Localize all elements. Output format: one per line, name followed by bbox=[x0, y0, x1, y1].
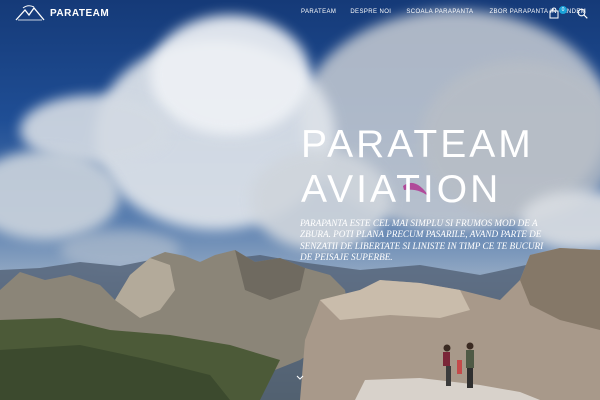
hero-subtitle: PARAPANTA ESTE CEL MAI SIMPLU SI FRUMOS … bbox=[300, 218, 544, 263]
paraglider-mountain-logo-icon bbox=[15, 5, 45, 21]
chevron-down-icon[interactable] bbox=[295, 373, 305, 383]
nav-item-zbor-tandem[interactable]: ZBOR PARAPANTA IN TANDEM bbox=[489, 9, 586, 15]
nav-item-scoala-parapanta[interactable]: SCOALA PARAPANTA bbox=[406, 9, 473, 15]
nav-item-parateam[interactable]: PARATEAM bbox=[301, 9, 336, 15]
hero-title-line-1: PARATEAM bbox=[301, 123, 534, 166]
search-icon[interactable] bbox=[577, 8, 588, 19]
hero-title: PARATEAM AVIATION bbox=[301, 122, 591, 212]
hero-title-line-2: AVIATION bbox=[301, 168, 502, 211]
logo-text: PARATEAM bbox=[50, 7, 110, 19]
nav-item-despre-noi[interactable]: DESPRE NOI bbox=[350, 9, 391, 15]
site-header: PARATEAM PARATEAM DESPRE NOI SCOALA PARA… bbox=[0, 0, 600, 28]
cart-count-badge: 0 bbox=[559, 6, 567, 14]
site-logo[interactable]: PARATEAM bbox=[14, 4, 109, 22]
main-navigation: PARATEAM DESPRE NOI SCOALA PARAPANTA ZBO… bbox=[300, 9, 586, 15]
